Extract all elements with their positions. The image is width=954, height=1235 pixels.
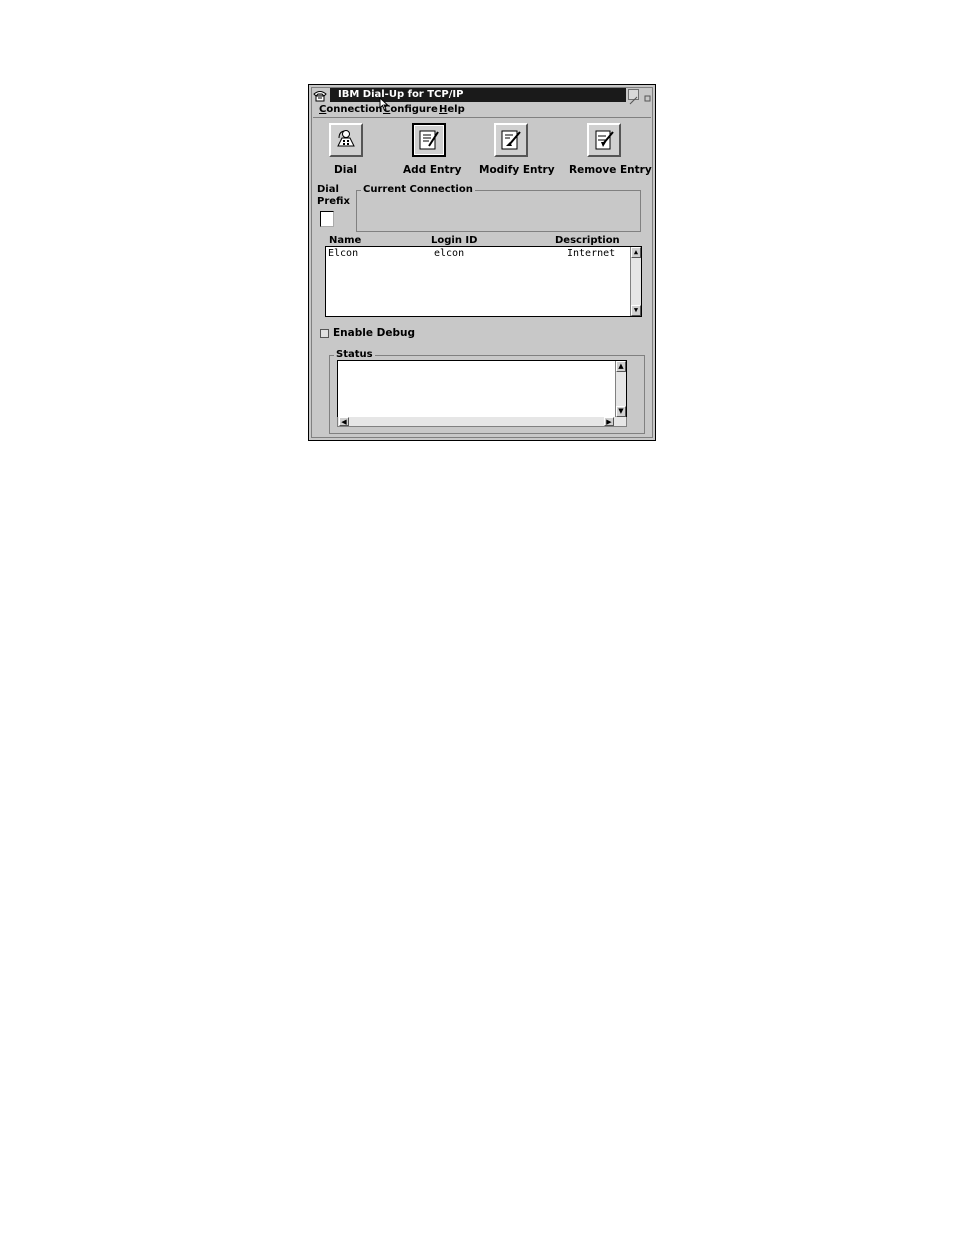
enable-debug-checkbox[interactable]: [320, 329, 329, 338]
modify-entry-icon: [501, 130, 521, 150]
status-scroll-up-icon[interactable]: ▲: [616, 361, 626, 372]
dial-prefix-label-line2: Prefix: [317, 196, 350, 207]
column-header-name[interactable]: Name: [329, 235, 361, 246]
menu-help-label: elp: [447, 104, 465, 115]
column-header-login-id[interactable]: Login ID: [431, 235, 477, 246]
add-entry-button[interactable]: [412, 123, 446, 157]
dial-phone-icon: [337, 130, 355, 147]
telephone-icon[interactable]: [313, 88, 327, 102]
current-connection-label: Current Connection: [361, 184, 475, 196]
menu-help[interactable]: Help: [439, 103, 465, 116]
list-item-description: Internet: [567, 248, 616, 259]
add-entry-label: Add Entry: [403, 164, 462, 176]
maximize-button[interactable]: [642, 89, 653, 102]
dial-prefix-field[interactable]: [320, 211, 334, 227]
enable-debug-label: Enable Debug: [333, 327, 415, 339]
status-horizontal-scrollbar[interactable]: ◀ ▶: [337, 417, 627, 427]
title-bar[interactable]: IBM Dial-Up for TCP/IP: [313, 88, 653, 105]
menu-configure-label: onfigure: [390, 104, 438, 115]
scroll-right-icon[interactable]: ▶: [604, 417, 614, 426]
mouse-pointer-icon: [379, 97, 389, 111]
menu-bar: Connection Configure Help: [313, 103, 651, 118]
dial-prefix-label: Dial Prefix: [317, 184, 350, 208]
menu-configure[interactable]: Configure: [383, 103, 438, 116]
scroll-down-icon[interactable]: ▼: [631, 305, 641, 316]
window-title: IBM Dial-Up for TCP/IP: [330, 88, 626, 102]
scroll-left-icon[interactable]: ◀: [339, 417, 349, 426]
remove-entry-button[interactable]: [587, 123, 621, 157]
dial-button[interactable]: [329, 123, 363, 157]
dial-label: Dial: [334, 164, 357, 176]
dialup-window: IBM Dial-Up for TCP/IP Connection Config…: [308, 84, 656, 441]
remove-entry-icon: [595, 130, 614, 150]
list-item-login-id: elcon: [434, 248, 465, 259]
column-header-description[interactable]: Description: [555, 235, 620, 246]
menu-connection[interactable]: Connection: [319, 103, 382, 116]
scroll-up-icon[interactable]: ▲: [631, 247, 641, 258]
status-vertical-scrollbar[interactable]: ▲ ▼: [615, 361, 626, 417]
status-scroll-down-icon[interactable]: ▼: [616, 406, 626, 417]
entry-list[interactable]: Elcon elcon Internet ▲ ▼: [325, 246, 642, 317]
minimize-button[interactable]: [628, 89, 639, 105]
add-entry-icon: [419, 130, 439, 150]
modify-entry-label: Modify Entry: [479, 164, 555, 176]
remove-entry-label: Remove Entry: [569, 164, 652, 176]
list-item[interactable]: Elcon elcon Internet: [326, 247, 629, 259]
status-text-area[interactable]: ▲ ▼: [337, 360, 627, 418]
dial-prefix-label-line1: Dial: [317, 184, 339, 195]
list-item-name: Elcon: [328, 248, 359, 259]
menu-connection-label: onnection: [326, 104, 383, 115]
current-connection-group: Current Connection: [356, 184, 641, 232]
entry-list-scrollbar[interactable]: ▲ ▼: [630, 247, 641, 316]
modify-entry-button[interactable]: [494, 123, 528, 157]
